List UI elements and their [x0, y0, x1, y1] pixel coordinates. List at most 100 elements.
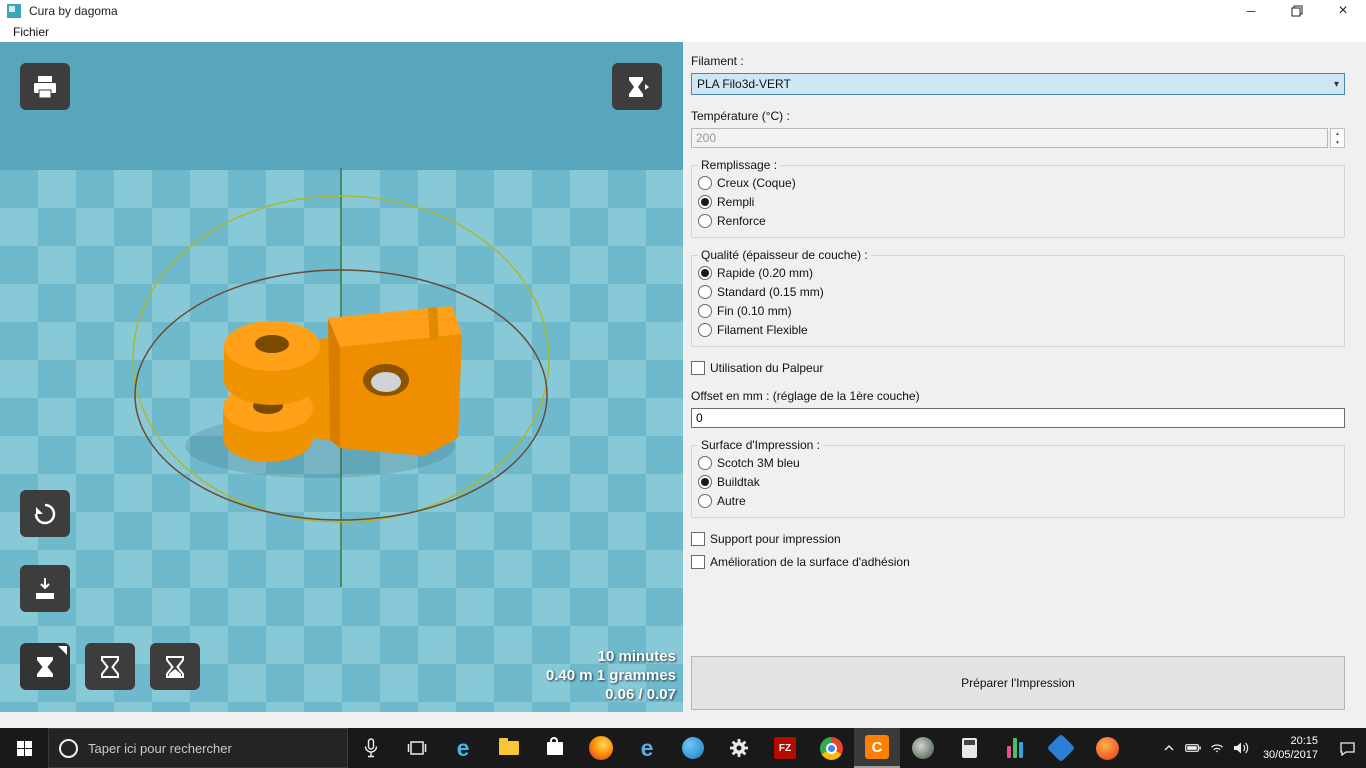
tray-network[interactable]	[1205, 742, 1229, 754]
taskbar-audio-app[interactable]	[992, 728, 1038, 768]
start-button[interactable]	[0, 728, 48, 768]
prepare-print-button[interactable]: Préparer l'Impression	[691, 656, 1345, 710]
taskbar-search[interactable]: Taper ici pour rechercher	[48, 728, 348, 768]
adhesion-checkbox-row[interactable]: Amélioration de la surface d'adhésion	[691, 555, 1345, 569]
adhesion-label: Amélioration de la surface d'adhésion	[710, 555, 910, 569]
minimize-button[interactable]: ─	[1228, 0, 1274, 22]
radio-option-fin[interactable]: Fin (0.10 mm)	[698, 301, 1338, 320]
temperature-label: Température (°C) :	[691, 109, 790, 123]
temperature-spinner[interactable]: ▲ ▼	[1330, 128, 1345, 148]
radio-label: Fin (0.10 mm)	[717, 303, 792, 318]
radio-option-scotch[interactable]: Scotch 3M bleu	[698, 453, 1338, 472]
firefox-icon	[589, 736, 613, 760]
load-model-button[interactable]	[20, 63, 70, 110]
action-center-icon	[1339, 741, 1355, 756]
taskbar-firefox[interactable]	[578, 728, 624, 768]
taskbar-edge[interactable]: e	[440, 728, 486, 768]
messaging-app-icon	[682, 737, 704, 759]
palpeur-checkbox[interactable]	[691, 361, 705, 375]
close-button[interactable]: ×	[1320, 0, 1366, 22]
spinner-up-icon[interactable]: ▲	[1331, 129, 1344, 138]
tray-clock[interactable]: 20:15 30/05/2017	[1253, 734, 1328, 762]
taskbar-calculator[interactable]	[946, 728, 992, 768]
print-mode-button-1[interactable]	[20, 643, 70, 690]
window-title: Cura by dagoma	[29, 4, 118, 18]
radio-icon[interactable]	[698, 265, 712, 280]
viewport-3d[interactable]: 10 minutes 0.40 m 1 grammes 0.06 / 0.07	[0, 42, 683, 712]
print-cost: 0.06 / 0.07	[605, 686, 676, 703]
taskbar-app-gray[interactable]	[900, 728, 946, 768]
window-controls: ─ ×	[1228, 0, 1366, 22]
taskbar-filezilla[interactable]: FZ	[762, 728, 808, 768]
radio-option-autre[interactable]: Autre	[698, 491, 1338, 510]
edge-icon: e	[456, 734, 470, 761]
remplissage-legend: Remplissage :	[701, 158, 778, 172]
menu-fichier[interactable]: Fichier	[8, 23, 54, 41]
taskbar-chrome[interactable]	[808, 728, 854, 768]
taskbar-file-explorer[interactable]	[486, 728, 532, 768]
tray-expand[interactable]	[1157, 744, 1181, 752]
radio-icon[interactable]	[698, 175, 712, 190]
print-mode-button-2[interactable]	[85, 643, 135, 690]
palpeur-checkbox-row[interactable]: Utilisation du Palpeur	[691, 361, 1345, 375]
chrome-icon	[819, 736, 843, 760]
taskbar-settings[interactable]	[716, 728, 762, 768]
radio-icon[interactable]	[698, 194, 712, 209]
taskbar-browser-2[interactable]	[1084, 728, 1130, 768]
microphone-icon	[364, 738, 378, 758]
radio-icon[interactable]	[698, 284, 712, 299]
surface-group: Surface d'Impression : Scotch 3M bleu Bu…	[691, 438, 1345, 518]
print-mode-button-3[interactable]	[150, 643, 200, 690]
cortana-icon	[59, 738, 78, 758]
filament-select[interactable]: PLA Filo3d-VERT ▾	[691, 73, 1345, 95]
taskbar-mic[interactable]	[348, 728, 394, 768]
radio-icon[interactable]	[698, 322, 712, 337]
taskbar-internet-explorer[interactable]: e	[624, 728, 670, 768]
radio-icon[interactable]	[698, 303, 712, 318]
radio-option-buildtak[interactable]: Buildtak	[698, 472, 1338, 491]
radio-icon[interactable]	[698, 493, 712, 508]
radio-icon[interactable]	[698, 474, 712, 489]
qualite-legend: Qualité (épaisseur de couche) :	[701, 248, 868, 262]
app-icon-gray	[912, 737, 934, 759]
radio-option-rempli[interactable]: Rempli	[698, 192, 1338, 211]
lay-flat-button[interactable]	[20, 565, 70, 612]
radio-icon[interactable]	[698, 213, 712, 228]
spinner-down-icon[interactable]: ▼	[1331, 138, 1344, 147]
maximize-button[interactable]	[1274, 0, 1320, 22]
radio-label: Creux (Coque)	[717, 175, 796, 190]
radio-icon[interactable]	[698, 455, 712, 470]
cura-icon: C	[865, 735, 889, 759]
taskbar-messaging-app[interactable]	[670, 728, 716, 768]
app-icon-blue	[1046, 733, 1076, 763]
radio-option-creux[interactable]: Creux (Coque)	[698, 173, 1338, 192]
print-time: 10 minutes	[597, 648, 676, 665]
remplissage-group: Remplissage : Creux (Coque) Rempli Renfo…	[691, 158, 1345, 238]
restore-icon	[1291, 5, 1303, 17]
tray-battery[interactable]	[1181, 743, 1205, 753]
taskbar-cura-active[interactable]: C	[854, 728, 900, 768]
temperature-input[interactable]	[691, 128, 1328, 148]
filezilla-icon: FZ	[774, 737, 796, 759]
rotate-button[interactable]	[20, 490, 70, 537]
task-view-icon	[407, 741, 427, 755]
radio-option-renforce[interactable]: Renforce	[698, 211, 1338, 230]
taskbar-app-blue[interactable]	[1038, 728, 1084, 768]
filament-label: Filament :	[691, 54, 744, 68]
offset-input[interactable]	[691, 408, 1345, 428]
scene-3d	[132, 168, 550, 587]
action-center-button[interactable]	[1328, 741, 1366, 756]
system-tray: 20:15 30/05/2017	[1157, 728, 1366, 768]
support-checkbox[interactable]	[691, 532, 705, 546]
tray-volume[interactable]	[1229, 741, 1253, 755]
radio-option-standard[interactable]: Standard (0.15 mm)	[698, 282, 1338, 301]
taskbar-task-view[interactable]	[394, 728, 440, 768]
view-mode-button[interactable]	[612, 63, 662, 110]
adhesion-checkbox[interactable]	[691, 555, 705, 569]
radio-option-rapide[interactable]: Rapide (0.20 mm)	[698, 263, 1338, 282]
radio-label: Rempli	[717, 194, 755, 209]
browser-app-icon	[1095, 736, 1119, 760]
radio-option-flexible[interactable]: Filament Flexible	[698, 320, 1338, 339]
taskbar-store[interactable]	[532, 728, 578, 768]
support-checkbox-row[interactable]: Support pour impression	[691, 532, 1345, 546]
